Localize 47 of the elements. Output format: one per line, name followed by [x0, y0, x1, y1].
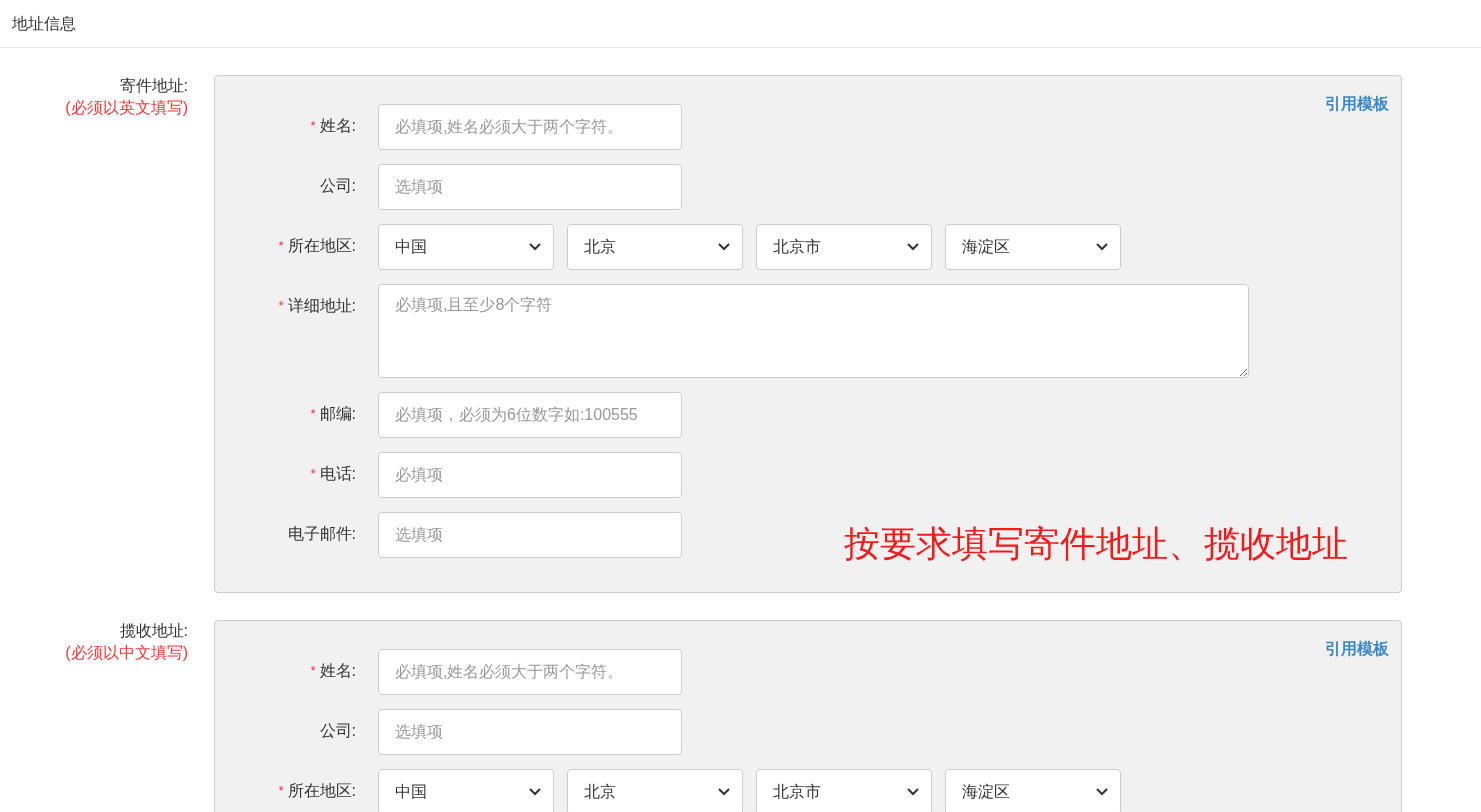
page-title: 地址信息 [12, 13, 76, 34]
field-label: 姓名: [319, 116, 356, 136]
select-dropdown[interactable]: 海淀区 [945, 769, 1121, 812]
select-dropdown[interactable]: 北京 [567, 769, 743, 812]
select-dropdown[interactable]: 北京 [567, 224, 743, 270]
required-asterisk: * [310, 117, 316, 135]
chevron-down-icon [907, 788, 919, 796]
chevron-down-icon [718, 243, 730, 251]
field-label: 电子邮件: [287, 524, 356, 544]
chevron-down-icon [529, 788, 541, 796]
required-asterisk: * [310, 405, 316, 423]
chevron-down-icon [529, 243, 541, 251]
required-asterisk: * [278, 782, 284, 800]
chevron-down-icon [1096, 788, 1108, 796]
field-label: 所在地区: [287, 236, 356, 256]
chevron-down-icon [1096, 243, 1108, 251]
field-label: 所在地区: [287, 781, 356, 801]
select-dropdown[interactable]: 中国 [378, 224, 554, 270]
required-asterisk: * [310, 465, 316, 483]
field-label: 姓名: [319, 661, 356, 681]
textarea-field[interactable]: 必填项,且至少8个字符 [378, 284, 1249, 378]
field-label: 邮编: [319, 404, 356, 424]
required-asterisk: * [278, 297, 284, 315]
select-dropdown[interactable]: 海淀区 [945, 224, 1121, 270]
chevron-down-icon [907, 243, 919, 251]
select-dropdown[interactable]: 中国 [378, 769, 554, 812]
annotation-text: 按要求填写寄件地址、揽收地址 [844, 524, 1348, 564]
select-dropdown[interactable]: 北京市 [756, 769, 932, 812]
select-dropdown[interactable]: 北京市 [756, 224, 932, 270]
section-note: (必须以中文填写) [65, 643, 188, 663]
field-label: 公司: [319, 721, 356, 741]
field-label: 公司: [319, 176, 356, 196]
input-field[interactable]: 选填项 [378, 709, 682, 755]
input-field[interactable]: 必填项，必须为6位数字如:100555 [378, 392, 682, 438]
input-field[interactable]: 必填项 [378, 452, 682, 498]
input-field[interactable]: 选填项 [378, 164, 682, 210]
field-label: 电话: [319, 464, 356, 484]
input-field[interactable]: 必填项,姓名必须大于两个字符。 [378, 104, 682, 150]
input-field[interactable]: 选填项 [378, 512, 682, 558]
section-label: 寄件地址: [119, 76, 188, 96]
field-label: 详细地址: [287, 296, 356, 316]
required-asterisk: * [278, 237, 284, 255]
section-note: (必须以英文填写) [65, 98, 188, 118]
input-field[interactable]: 必填项,姓名必须大于两个字符。 [378, 649, 682, 695]
section-label: 揽收地址: [119, 621, 188, 641]
required-asterisk: * [310, 662, 316, 680]
chevron-down-icon [718, 788, 730, 796]
